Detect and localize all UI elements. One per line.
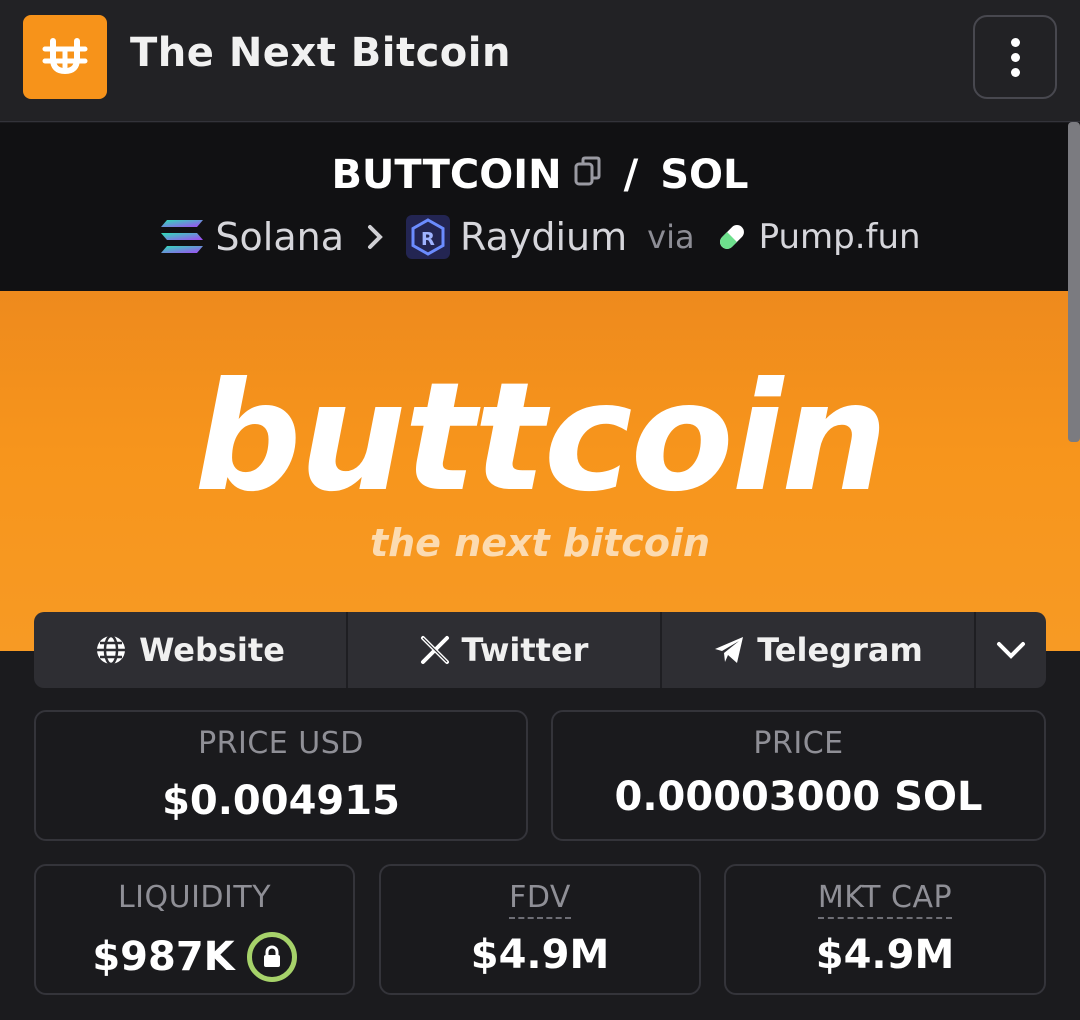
- pair-quote-token: SOL: [660, 152, 749, 198]
- liquidity-card: LIQUIDITY $987K: [34, 864, 355, 995]
- raydium-icon: R: [406, 215, 450, 259]
- chevron-down-icon: [996, 640, 1026, 660]
- mktcap-card: MKT CAP $4.9M: [724, 864, 1046, 995]
- price-usd-card: PRICE USD $0.004915: [34, 710, 528, 841]
- pair-separator: /: [623, 152, 639, 198]
- pill-icon: [715, 220, 749, 254]
- chain-breadcrumb: Solana R Raydium via Pump.fun: [0, 212, 1080, 262]
- telegram-label: Telegram: [757, 631, 923, 669]
- token-banner: buttcoin the next bitcoin: [0, 291, 1080, 651]
- dex-name[interactable]: Raydium: [460, 215, 627, 259]
- price-native-card: PRICE 0.00003000 SOL: [551, 710, 1046, 841]
- twitter-button[interactable]: Twitter: [348, 612, 662, 688]
- telegram-button[interactable]: Telegram: [662, 612, 976, 688]
- website-label: Website: [139, 631, 285, 669]
- lock-icon[interactable]: [246, 932, 297, 982]
- more-links-button[interactable]: [976, 612, 1046, 688]
- social-links-bar: Website Twitter Telegram: [34, 612, 1046, 688]
- chevron-right-icon: [366, 224, 384, 250]
- globe-icon: [95, 634, 127, 666]
- fdv-card: FDV $4.9M: [379, 864, 701, 995]
- fdv-label[interactable]: FDV: [509, 880, 571, 919]
- more-vertical-icon: [1010, 37, 1020, 47]
- price-usd-label: PRICE USD: [198, 726, 364, 761]
- app-header: The Next Bitcoin: [0, 0, 1080, 122]
- pair-section: BUTTCOIN / SOL: [0, 123, 1080, 291]
- app-title: The Next Bitcoin: [130, 30, 511, 76]
- pair-title: BUTTCOIN / SOL: [0, 147, 1080, 203]
- liquidity-value: $987K: [92, 934, 235, 980]
- mktcap-label[interactable]: MKT CAP: [817, 880, 953, 919]
- x-icon: [420, 635, 450, 665]
- launchpad-name[interactable]: Pump.fun: [759, 217, 921, 257]
- banner-word: buttcoin: [194, 351, 888, 525]
- copy-icon[interactable]: [574, 152, 602, 198]
- banner-tagline: the next bitcoin: [369, 521, 711, 565]
- price-native-value: 0.00003000 SOL: [614, 774, 983, 820]
- mktcap-value: $4.9M: [815, 932, 955, 978]
- buttcoin-logo-icon[interactable]: [23, 15, 107, 99]
- price-usd-value: $0.004915: [162, 778, 400, 824]
- fdv-value: $4.9M: [470, 932, 610, 978]
- solana-icon: [159, 218, 205, 256]
- telegram-icon: [713, 635, 745, 665]
- chain-name[interactable]: Solana: [215, 215, 344, 259]
- scrollbar-thumb[interactable]: [1068, 122, 1080, 442]
- via-label: via: [647, 218, 695, 256]
- more-menu-button[interactable]: [973, 15, 1057, 99]
- website-button[interactable]: Website: [34, 612, 348, 688]
- liquidity-label: LIQUIDITY: [117, 880, 272, 915]
- pair-base-token: BUTTCOIN: [331, 152, 562, 198]
- svg-text:R: R: [421, 229, 435, 250]
- price-native-label: PRICE: [753, 726, 844, 761]
- twitter-label: Twitter: [461, 631, 589, 669]
